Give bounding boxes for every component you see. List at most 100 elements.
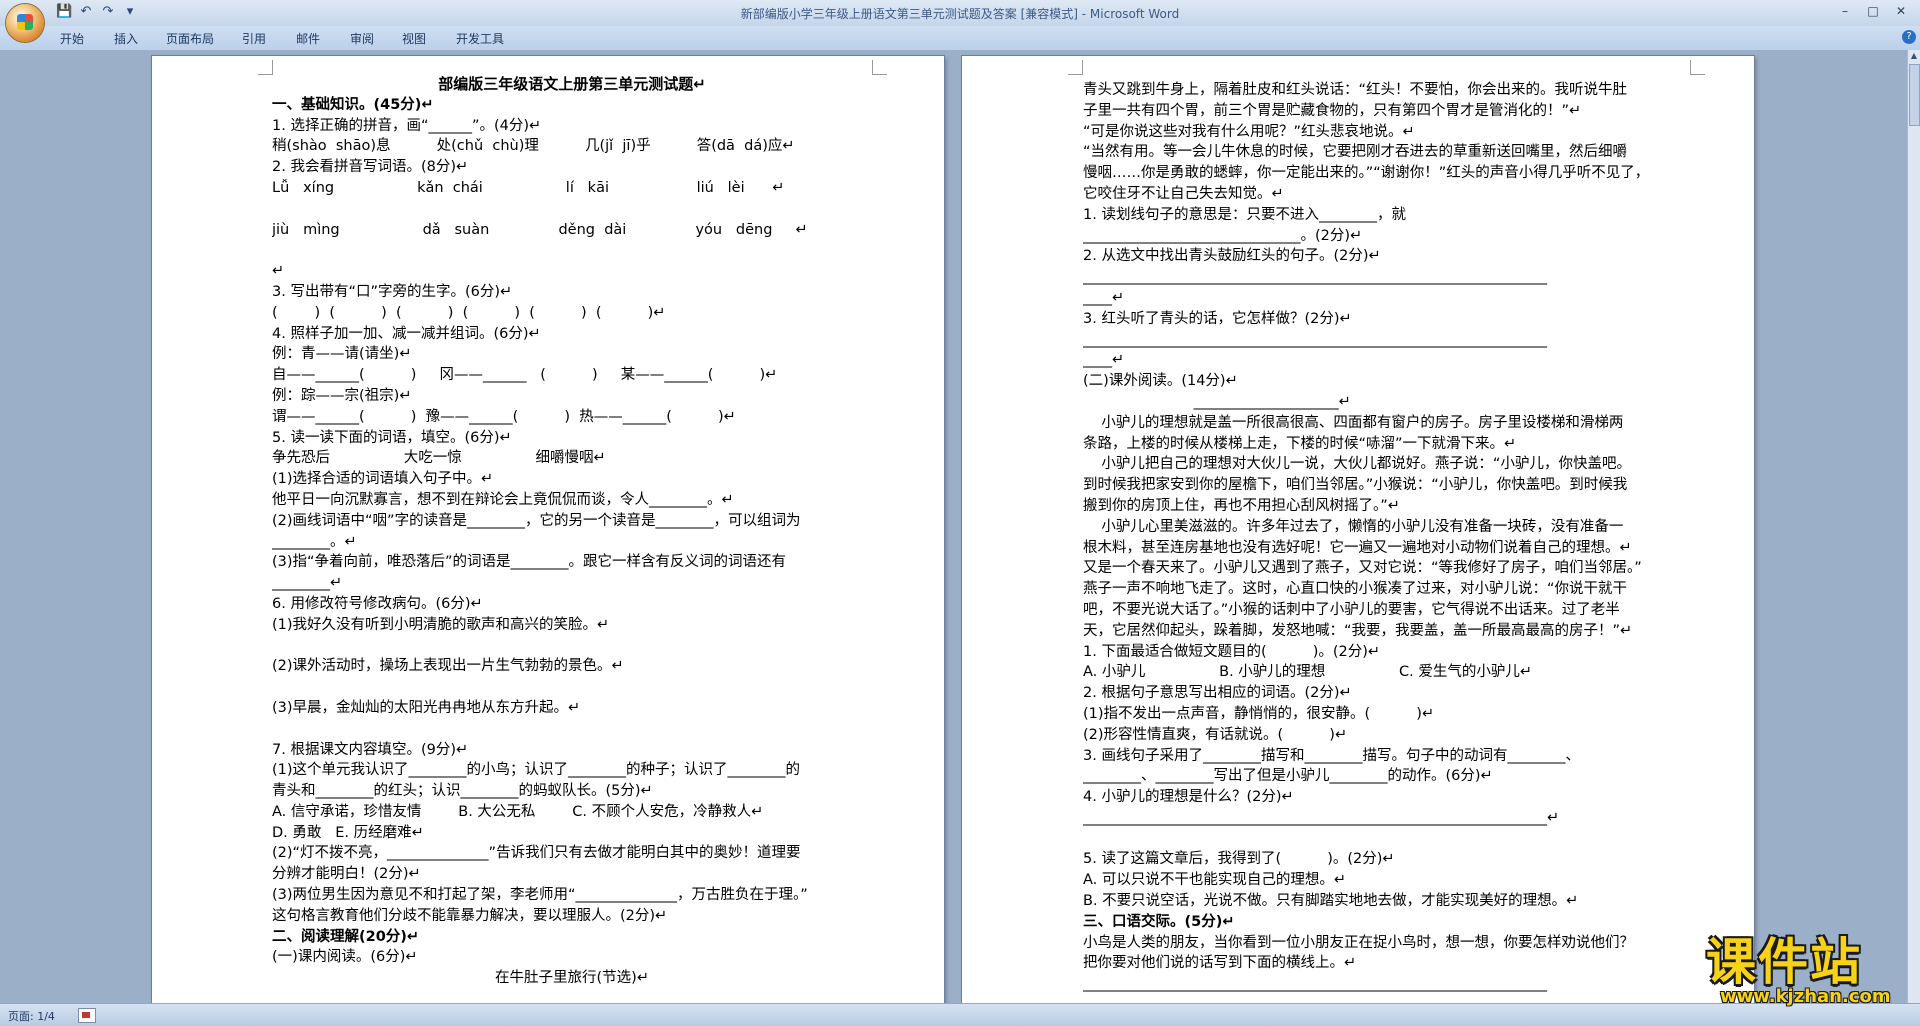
text-line: 例：踪——宗(祖宗)↵ — [272, 387, 412, 404]
text-line: “可是你说这些对我有什么用呢？”红头悲哀地说。↵ — [1083, 123, 1415, 140]
text-line: 自——______( ) 冈——______ ( ) 某——______( )↵ — [272, 367, 778, 384]
vertical-scrollbar[interactable]: ▲ — [1907, 50, 1920, 1003]
text-line: 1. 读划线句子的意思是：只要不进入________，就 — [1083, 206, 1406, 223]
text-line: A. 小驴儿 B. 小驴儿的理想 C. 爱生气的小驴儿↵ — [1083, 664, 1533, 681]
title-bar: 💾 ↶ ↷ ▾ 新部编版小学三年级上册语文第三单元测试题及答案 [兼容模式] -… — [0, 0, 1920, 26]
text-line: ________↵ — [272, 575, 343, 592]
office-button[interactable] — [6, 4, 44, 42]
crop-mark — [872, 60, 887, 75]
text-line — [1083, 829, 1690, 850]
minimize-button[interactable]: – — [1832, 2, 1858, 20]
help-icon[interactable]: ? — [1902, 30, 1916, 44]
text-line: 谓——______( ) 豫——______( ) 热——______( )↵ — [272, 408, 736, 425]
page-1-text[interactable]: 部编版三年级语文上册第三单元测试题↵ 一、基础知识。(45分)↵ 1. 选择正确的拼… — [272, 74, 872, 989]
text-line: 4. 小驴儿的理想是什么？(2分)↵ — [1083, 789, 1294, 806]
text-line: (1)选择合适的词语填入句子中。↵ — [272, 471, 494, 488]
text-line: 小驴儿的理想就是盖一所很高很高、四面都有窗户的房子。房子里设楼梯和滑梯两 — [1083, 414, 1624, 431]
text-line — [272, 719, 872, 740]
text-line: (二)课外阅读。(14分)↵ — [1083, 373, 1238, 390]
text-line: 三、口语交际。(5分)↵ — [1083, 913, 1235, 930]
text-line: ________、________写出了但是小驴儿________的动作。(6分… — [1083, 768, 1493, 785]
tab-mailings[interactable]: 邮件 — [296, 30, 320, 47]
maximize-button[interactable]: □ — [1860, 2, 1886, 20]
page-2-text[interactable]: 青头又跳到牛身上，隔着肚皮和红头说话：“红头！不要怕，你会出来的。我听说牛肚 子里… — [1083, 80, 1690, 1016]
text-line: ________________________________________… — [1083, 809, 1560, 826]
tab-review[interactable]: 审阅 — [350, 30, 374, 47]
text-line: (2)形容性情直爽，有话就说。( )↵ — [1083, 726, 1348, 743]
text-line: 例：青——请(请坐)↵ — [272, 346, 412, 363]
proofing-icon[interactable] — [78, 1008, 96, 1023]
tab-developer[interactable]: 开发工具 — [456, 30, 504, 47]
text-line: 4. 照样子加一加、减一减并组词。(6分)↵ — [272, 325, 541, 342]
text-line: (3)两位男生因为意见不和打起了架，李老师用“______________，万古… — [272, 887, 808, 904]
text-line: 2. 根据句子意思写出相应的词语。(2分)↵ — [1083, 685, 1352, 702]
text-line: 这句格言教育他们分歧不能靠暴力解决，要以理服人。(2分)↵ — [272, 907, 668, 924]
text-line: 到时候我把家安到你的屋檐下，咱们当邻居。”小猴说：“小驴儿，你快盖吧。到时候我 — [1083, 477, 1628, 494]
text-line: “当然有用。等一会儿牛休息的时候，它要把刚才吞进去的草重新送回嘴里，然后细嚼 — [1083, 144, 1628, 161]
tab-view[interactable]: 视图 — [402, 30, 426, 47]
text-line: 小驴儿心里美滋滋的。许多年过去了，懒惰的小驴儿没有准备一块砖，没有准备一 — [1083, 518, 1624, 535]
ribbon-tabs: 开始 插入 页面布局 引用 邮件 审阅 视图 开发工具 ? — [0, 26, 1920, 51]
text-line: 3. 画线句子采用了________描写和________描写。句子中的动词有_… — [1083, 747, 1580, 764]
text-line: 争先恐后 大吃一惊 细嚼慢咽↵ — [272, 450, 606, 467]
text-line: (2)“灯不拨不亮，______________”告诉我们只有去做才能明白其中的… — [272, 845, 801, 862]
watermark-title: 课件站 — [1706, 933, 1862, 991]
text-line: ______________________________。(2分)↵ — [1083, 227, 1363, 244]
text-line: A. 信守承诺，珍惜友情 B. 大公无私 C. 不顾个人安危，冷静救人↵ — [272, 803, 764, 820]
text-line: ________。↵ — [272, 533, 357, 550]
text-line: 6. 用修改符号修改病句。(6分)↵ — [272, 595, 483, 612]
text-line: ____↵ — [1083, 289, 1125, 306]
text-line: 3. 红头听了青头的话，它怎样做？(2分)↵ — [1083, 310, 1352, 327]
text-line: 青头又跳到牛身上，隔着肚皮和红头说话：“红头！不要怕，你会出来的。我听说牛肚 — [1083, 82, 1628, 98]
page-count[interactable]: 页面: 1/4 — [8, 1008, 55, 1024]
text-line: 他平日一向沉默寡言，想不到在辩论会上竟侃侃而谈，令人________。↵ — [272, 491, 734, 508]
tab-references[interactable]: 引用 — [242, 30, 266, 47]
text-line: (1)指不发出一点声音，静悄悄的，很安静。( )↵ — [1083, 705, 1435, 722]
tab-insert[interactable]: 插入 — [114, 30, 138, 47]
text-line: (一)课内阅读。(6分)↵ — [272, 949, 418, 966]
document-page-2[interactable]: 青头又跳到牛身上，隔着肚皮和红头说话：“红头！不要怕，你会出来的。我听说牛肚 子里… — [962, 56, 1754, 1016]
text-line — [272, 199, 872, 220]
text-line: 把你要对他们说的话写到下面的横线上。↵ — [1083, 955, 1357, 972]
text-line: ____________________↵ — [1083, 393, 1351, 410]
scroll-up-icon[interactable]: ▲ — [1908, 50, 1920, 62]
window-controls: – □ ✕ — [1832, 2, 1914, 20]
text-line: A. 可以只说不干也能实现自己的理想。↵ — [1083, 872, 1347, 889]
text-line: 二、阅读理解(20分)↵ — [272, 928, 420, 945]
close-button[interactable]: ✕ — [1888, 2, 1914, 20]
crop-mark — [258, 60, 273, 75]
watermark-url: www.kjzhan.com — [1720, 986, 1891, 1007]
text-line: ________________________________________… — [1083, 269, 1547, 286]
crop-mark — [1068, 60, 1083, 75]
text-line: jiù mìng dǎ suàn děng dài yóu dēng ↵ — [272, 221, 808, 238]
scroll-thumb[interactable] — [1909, 64, 1920, 126]
text-line: 5. 读一读下面的词语，填空。(6分)↵ — [272, 429, 512, 446]
text-line: (1)这个单元我认识了________的小鸟；认识了________的种子；认识… — [272, 762, 801, 779]
text-line: 根木料，甚至连房基地也没有选好呢！它一遍又一遍地对小动物们说着自己的理想。↵ — [1083, 539, 1632, 556]
text-line: 慢咽……你是勇敢的蟋蟀，你一定能出来的。”“谢谢你！”红头的声音小得几乎听不见了… — [1083, 165, 1650, 182]
text-line: 稍(shào shāo)息 处(chǔ chù)理 几(jǐ jī)乎 答(dā… — [272, 138, 795, 155]
window-title: 新部编版小学三年级上册语文第三单元测试题及答案 [兼容模式] - Microso… — [740, 7, 1180, 21]
crop-mark — [1690, 60, 1705, 75]
text-line: 5. 读了这篇文章后，我得到了( )。(2分)↵ — [1083, 851, 1395, 868]
text-line: 一、基础知识。(45分)↵ — [272, 96, 434, 113]
text-line: (3)早晨，金灿灿的太阳光冉冉地从东方升起。↵ — [272, 699, 581, 716]
tab-home[interactable]: 开始 — [60, 30, 84, 47]
text-line: ________________________________________… — [1083, 331, 1547, 348]
document-workspace: 部编版三年级语文上册第三单元测试题↵ 一、基础知识。(45分)↵ 1. 选择正确的拼… — [0, 50, 1908, 1016]
text-line: 小驴儿把自己的理想对大伙儿一说，大伙儿都说好。燕子说：“小驴儿，你快盖吧。 — [1083, 456, 1631, 473]
site-watermark-logo: 课件站 www.kjzhan.com — [1706, 922, 1906, 1014]
tab-page-layout[interactable]: 页面布局 — [166, 30, 214, 47]
text-line: 条路，上楼的时候从楼梯上走，下楼的时候“哧溜”一下就滑下来。↵ — [1083, 435, 1517, 452]
text-line: (2)课外活动时，操场上表现出一片生气勃勃的景色。↵ — [272, 658, 624, 675]
text-line: (1)我好久没有听到小明清脆的歌声和高兴的笑脸。↵ — [272, 616, 610, 633]
text-line: Lǚ xíng kǎn chái lí kāi liú lèi ↵ — [272, 179, 785, 196]
text-line — [272, 240, 872, 261]
text-line: 部编版三年级语文上册第三单元测试题↵ — [438, 75, 706, 93]
text-line: 7. 根据课文内容填空。(9分)↵ — [272, 741, 469, 758]
text-line: 青头和________的红头；认识________的蚂蚁队长。(5分)↵ — [272, 783, 653, 800]
text-line: 1. 下面最适合做短文题目的( )。(2分)↵ — [1083, 643, 1381, 660]
text-line: 3. 写出带有“口”字旁的生字。(6分)↵ — [272, 283, 513, 300]
text-line: 2. 我会看拼音写词语。(8分)↵ — [272, 159, 469, 176]
document-page-1[interactable]: 部编版三年级语文上册第三单元测试题↵ 一、基础知识。(45分)↵ 1. 选择正确的拼… — [152, 56, 944, 1016]
